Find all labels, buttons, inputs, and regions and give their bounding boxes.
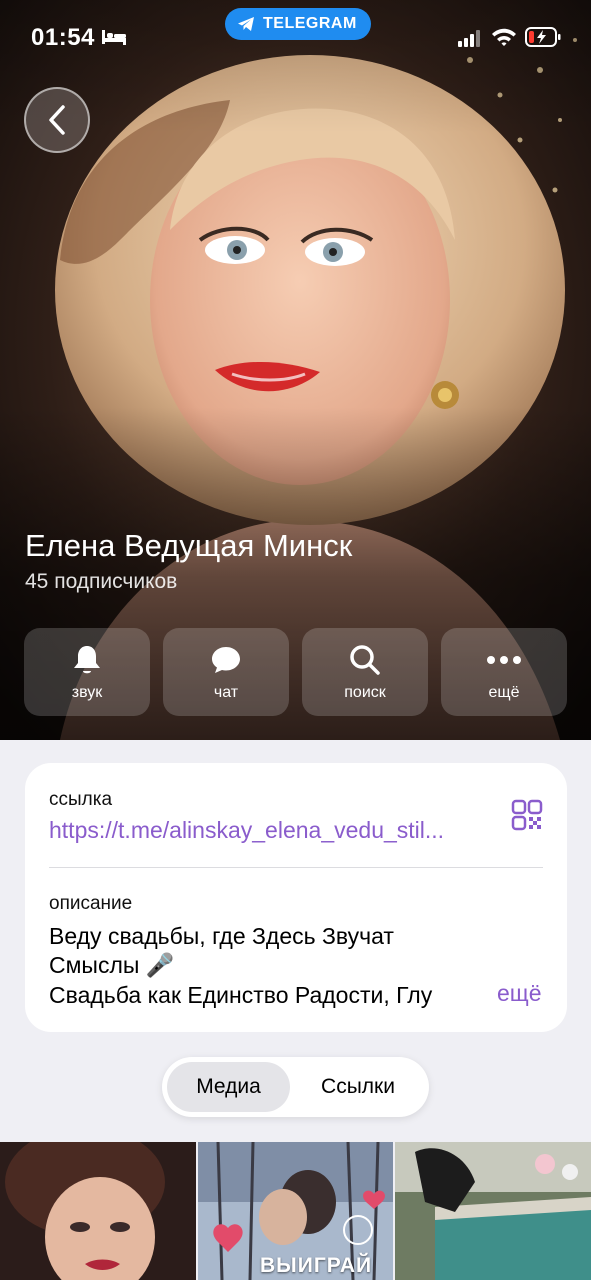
- chat-button-label: чат: [213, 684, 239, 701]
- description-line-1: Веду свадьбы, где Здесь Звучат: [49, 923, 394, 949]
- divider: [49, 867, 543, 868]
- subscriber-count: 45 подписчиков: [25, 570, 178, 593]
- search-button-label: поиск: [344, 684, 386, 701]
- status-time: 01:54: [31, 24, 95, 51]
- media-tile[interactable]: [395, 1142, 591, 1280]
- more-dots-icon: [487, 656, 521, 664]
- channel-link[interactable]: https://t.me/alinskay_elena_vedu_stil...: [49, 817, 497, 844]
- telegram-pill-label: TELEGRAM: [263, 15, 357, 32]
- chat-button[interactable]: чат: [163, 628, 289, 716]
- telegram-plane-icon: [238, 17, 254, 31]
- action-buttons: звук чат поиск ещё: [24, 628, 567, 716]
- description-line-2: Смыслы 🎤: [49, 952, 175, 978]
- tab-media[interactable]: Медиа: [167, 1062, 290, 1112]
- description-line-3: Свадьба как Единство Радости, Глу: [49, 982, 433, 1008]
- media-tabs: Медиа Ссылки: [162, 1057, 429, 1117]
- tab-links[interactable]: Ссылки: [292, 1062, 424, 1112]
- more-button-label: ещё: [488, 684, 520, 701]
- chat-bubble-icon: [212, 647, 240, 673]
- battery-charging-icon: [525, 27, 561, 47]
- sound-button-label: звук: [71, 684, 103, 701]
- bed-icon: [102, 30, 126, 45]
- search-icon: [350, 645, 380, 675]
- media-tile-caption: ВЫИГРАЙ: [260, 1254, 373, 1277]
- cellular-signal-icon: [458, 30, 480, 47]
- more-button[interactable]: ещё: [441, 628, 567, 716]
- media-tile[interactable]: [0, 1142, 196, 1280]
- bell-icon: [74, 646, 100, 674]
- media-grid: ВЫИГРАЙ: [0, 1142, 591, 1280]
- media-thumbnail-image: [395, 1142, 591, 1280]
- profile-header: 01:54 TELEGRAM Елена Ведущая Минск 45 по…: [0, 0, 591, 740]
- chevron-left-icon: [49, 105, 65, 135]
- description-label: описание: [49, 893, 133, 914]
- search-button[interactable]: поиск: [302, 628, 428, 716]
- wifi-icon: [492, 28, 516, 46]
- qr-code-icon[interactable]: [511, 799, 543, 831]
- media-tile[interactable]: ВЫИГРАЙ: [198, 1142, 393, 1280]
- description-more-link[interactable]: ещё: [497, 980, 542, 1007]
- sound-button[interactable]: звук: [24, 628, 150, 716]
- back-button[interactable]: [24, 87, 90, 153]
- link-label: ссылка: [49, 789, 113, 810]
- telegram-source-pill[interactable]: TELEGRAM: [225, 8, 371, 40]
- channel-info-card: ссылка https://t.me/alinskay_elena_vedu_…: [25, 763, 567, 1032]
- channel-name: Елена Ведущая Минск: [25, 528, 353, 563]
- media-thumbnail-image: [0, 1142, 196, 1280]
